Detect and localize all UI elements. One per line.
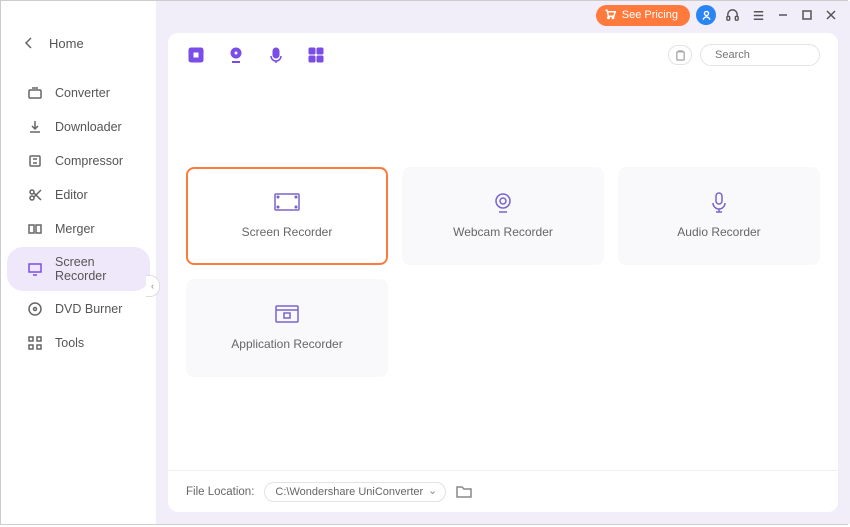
sidebar-item-label: Merger — [55, 222, 95, 236]
content-panel: Screen Recorder Webcam Recorder Audio Re… — [168, 33, 838, 512]
download-icon — [27, 119, 43, 135]
clipboard-button[interactable] — [668, 45, 692, 65]
home-label: Home — [49, 36, 84, 51]
recorder-cards: Screen Recorder Webcam Recorder Audio Re… — [168, 77, 838, 470]
card-screen-recorder[interactable]: Screen Recorder — [186, 167, 388, 265]
scissors-icon — [27, 187, 43, 203]
main-pane: See Pricing — [156, 1, 850, 524]
sidebar-item-label: Tools — [55, 336, 84, 350]
card-label: Application Recorder — [231, 337, 342, 351]
application-icon — [274, 305, 300, 325]
menu-button[interactable] — [748, 5, 768, 25]
sidebar-item-label: Editor — [55, 188, 88, 202]
webcam-icon — [490, 193, 516, 213]
converter-icon — [27, 85, 43, 101]
maximize-button[interactable] — [798, 6, 816, 24]
headset-icon — [725, 8, 740, 23]
close-button[interactable] — [822, 6, 840, 24]
hamburger-icon — [751, 8, 766, 23]
search-input[interactable] — [715, 49, 850, 61]
merger-icon — [27, 221, 43, 237]
screen-recorder-icon — [27, 261, 43, 277]
file-location-label: File Location: — [186, 486, 254, 498]
sidebar-item-merger[interactable]: Merger — [7, 213, 150, 245]
sidebar-item-editor[interactable]: Editor — [7, 179, 150, 211]
mode-screen-icon[interactable] — [186, 45, 206, 65]
card-application-recorder[interactable]: Application Recorder — [186, 279, 388, 377]
card-label: Audio Recorder — [677, 225, 760, 239]
sidebar-item-label: Screen Recorder — [55, 255, 130, 283]
title-bar: See Pricing — [156, 1, 850, 29]
user-account-button[interactable] — [696, 5, 716, 25]
sidebar-item-label: DVD Burner — [55, 302, 122, 316]
sidebar-item-tools[interactable]: Tools — [7, 327, 150, 359]
see-pricing-button[interactable]: See Pricing — [596, 5, 690, 26]
open-folder-button[interactable] — [456, 485, 474, 499]
sidebar: Home Converter Downloader Compressor Edi… — [1, 1, 156, 524]
mode-audio-icon[interactable] — [266, 45, 286, 65]
screen-icon — [274, 193, 300, 213]
compressor-icon — [27, 153, 43, 169]
sidebar-item-compressor[interactable]: Compressor — [7, 145, 150, 177]
mode-webcam-icon[interactable] — [226, 45, 246, 65]
support-button[interactable] — [722, 5, 742, 25]
card-label: Screen Recorder — [242, 225, 333, 239]
cart-icon — [604, 8, 616, 23]
file-location-select[interactable]: C:\Wondershare UniConverter — [264, 482, 446, 502]
tools-grid-icon — [27, 335, 43, 351]
sidebar-item-converter[interactable]: Converter — [7, 77, 150, 109]
app-window: Home Converter Downloader Compressor Edi… — [0, 0, 848, 525]
microphone-icon — [706, 193, 732, 213]
search-box[interactable] — [700, 44, 820, 66]
user-icon — [701, 10, 712, 21]
pricing-label: See Pricing — [622, 9, 678, 21]
card-audio-recorder[interactable]: Audio Recorder — [618, 167, 820, 265]
dvd-icon — [27, 301, 43, 317]
sidebar-item-dvd-burner[interactable]: DVD Burner — [7, 293, 150, 325]
mode-grid-icon[interactable] — [306, 45, 326, 65]
home-nav[interactable]: Home — [1, 27, 156, 59]
footer: File Location: C:\Wondershare UniConvert… — [168, 470, 838, 512]
sidebar-item-label: Downloader — [55, 120, 122, 134]
chevron-left-icon — [21, 35, 37, 51]
card-webcam-recorder[interactable]: Webcam Recorder — [402, 167, 604, 265]
card-label: Webcam Recorder — [453, 225, 553, 239]
panel-toolbar — [168, 33, 838, 77]
file-location-value: C:\Wondershare UniConverter — [275, 486, 423, 498]
minimize-button[interactable] — [774, 6, 792, 24]
sidebar-item-screen-recorder[interactable]: Screen Recorder — [7, 247, 150, 291]
sidebar-item-downloader[interactable]: Downloader — [7, 111, 150, 143]
sidebar-item-label: Converter — [55, 86, 110, 100]
sidebar-item-label: Compressor — [55, 154, 123, 168]
